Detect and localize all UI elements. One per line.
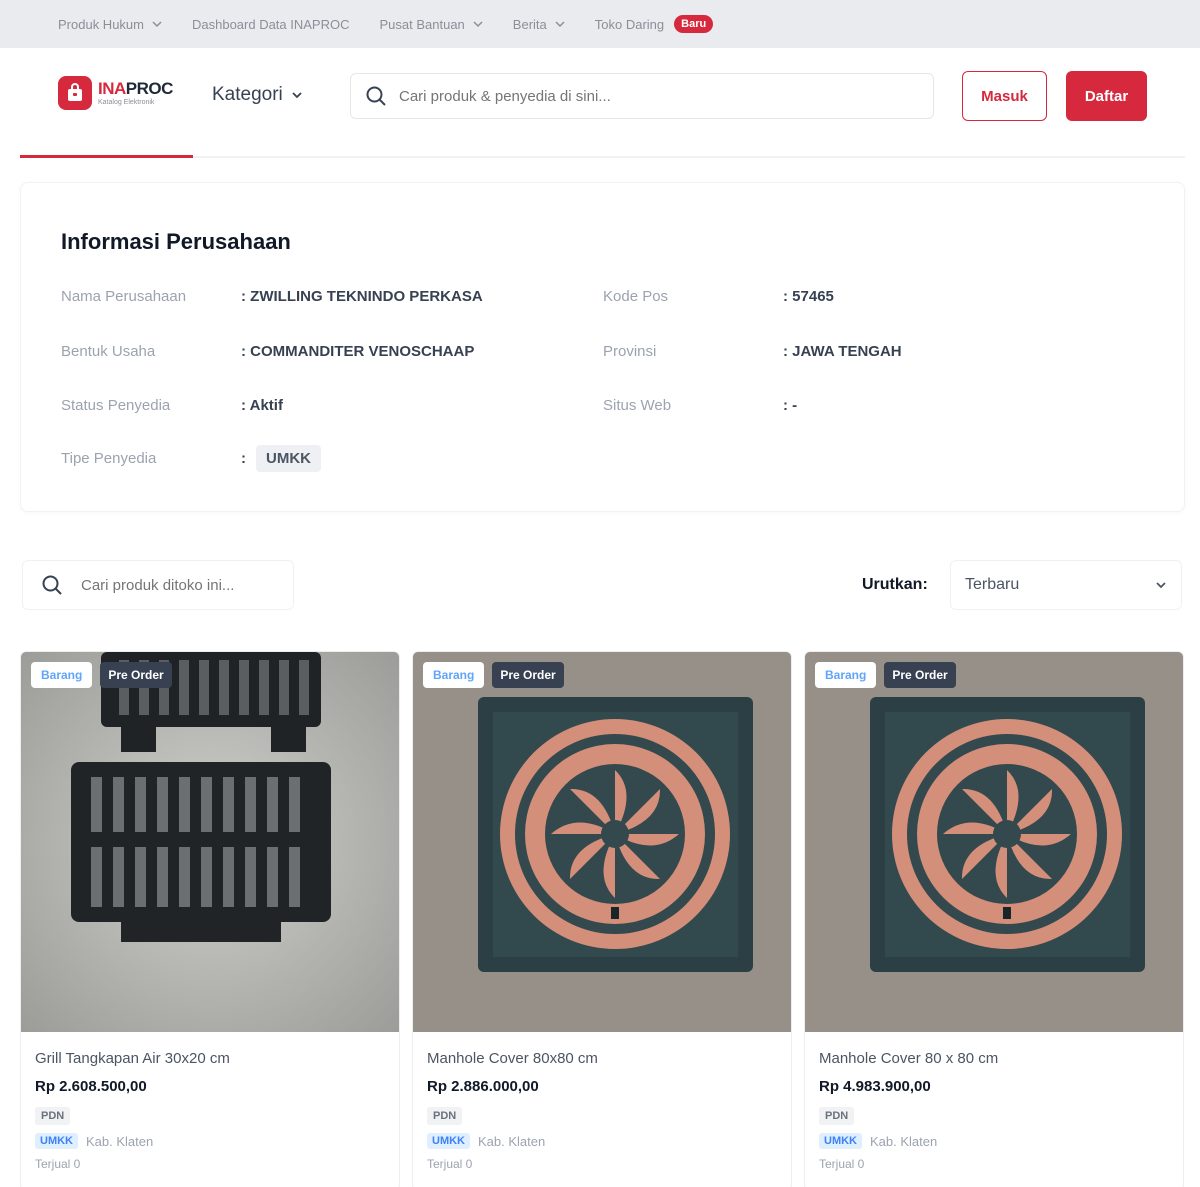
kategori-label: Kategori: [212, 84, 283, 105]
main-search-bar[interactable]: [350, 73, 934, 119]
shopping-bag-icon: [58, 76, 92, 110]
product-location: UMKK Kab. Klaten: [819, 1133, 937, 1149]
company-field-situs-web: Situs Web : -: [603, 397, 797, 414]
vendor-type-badge: UMKK: [35, 1133, 78, 1149]
vendor-type-badge: UMKK: [427, 1133, 470, 1149]
product-price: Rp 2.886.000,00: [427, 1078, 539, 1095]
field-label: Bentuk Usaha: [61, 343, 156, 360]
logo-subtitle: Katalog Elektronik: [98, 98, 155, 106]
product-price: Rp 2.608.500,00: [35, 1078, 147, 1095]
topbar-link-produk-hukum[interactable]: Produk Hukum: [58, 17, 162, 32]
field-value: : Aktif: [241, 397, 283, 414]
product-location: UMKK Kab. Klaten: [427, 1133, 545, 1149]
field-label: Situs Web: [603, 397, 672, 414]
field-value: : -: [783, 397, 798, 414]
field-label: Tipe Penyedia: [61, 450, 157, 467]
product-name: Grill Tangkapan Air 30x20 cm: [35, 1050, 230, 1067]
topbar-link-berita[interactable]: Berita: [513, 17, 565, 32]
header-divider: [20, 156, 1185, 158]
kategori-dropdown[interactable]: Kategori: [212, 84, 303, 106]
topbar-link-label: Berita: [512, 16, 547, 32]
register-button[interactable]: Daftar: [1066, 71, 1147, 121]
product-name: Manhole Cover 80x80 cm: [427, 1050, 598, 1067]
location-text: Kab. Klaten: [870, 1133, 938, 1149]
company-field-tipe: Tipe Penyedia : UMKK: [61, 445, 321, 472]
sort-select[interactable]: Terbaru: [950, 560, 1182, 610]
login-button[interactable]: Masuk: [962, 71, 1047, 121]
pdn-badge: PDN: [819, 1107, 855, 1125]
field-value: : JAWA TENGAH: [783, 343, 902, 360]
topbar-link-dashboard[interactable]: Dashboard Data INAPROC: [192, 17, 350, 32]
topbar-link-label: Pusat Bantuan: [379, 16, 465, 32]
product-type-tag: Barang: [815, 662, 877, 688]
company-info-title: Informasi Perusahaan: [61, 229, 291, 254]
location-text: Kab. Klaten: [478, 1133, 546, 1149]
store-search-input[interactable]: [81, 576, 281, 594]
new-badge: Baru: [674, 15, 714, 33]
topbar-link-label: Produk Hukum: [58, 16, 144, 32]
field-label: Nama Perusahaan: [61, 288, 187, 305]
topbar-link-toko-daring[interactable]: Toko Daring Baru: [594, 15, 714, 33]
topbar-link-pusat-bantuan[interactable]: Pusat Bantuan: [380, 17, 483, 32]
active-tab-indicator: [20, 155, 193, 158]
topbar-link-label: Toko Daring: [594, 16, 665, 32]
product-price: Rp 4.983.900,00: [819, 1078, 931, 1095]
umkk-tag: UMKK: [256, 445, 321, 472]
company-field-nama: Nama Perusahaan : ZWILLING TEKNINDO PERK…: [61, 288, 483, 305]
search-input[interactable]: [399, 87, 879, 105]
main-header: INAPROC Katalog Elektronik Kategori Masu…: [0, 48, 1200, 158]
field-label: Kode Pos: [603, 288, 669, 305]
product-card[interactable]: Barang Pre Order Grill Tangkapan Air 30x…: [20, 651, 400, 1187]
search-icon: [366, 86, 386, 106]
product-type-tag: Barang: [423, 662, 485, 688]
top-utility-bar: Produk Hukum Dashboard Data INAPROC Pusa…: [0, 0, 1200, 48]
field-value: :: [241, 450, 246, 467]
chevron-down-icon: [473, 21, 483, 28]
sort-value: Terbaru: [965, 576, 1020, 593]
field-value: : 57465: [783, 288, 834, 305]
pdn-badge: PDN: [35, 1107, 71, 1125]
search-icon: [42, 575, 62, 595]
product-card[interactable]: Barang Pre Order Manhole Cover 80 x 80 c…: [804, 651, 1184, 1187]
sold-count: Terjual 0: [819, 1157, 865, 1171]
company-info-card: Informasi Perusahaan Nama Perusahaan : Z…: [20, 182, 1185, 512]
company-field-provinsi: Provinsi : JAWA TENGAH: [603, 343, 902, 360]
chevron-down-icon: [555, 21, 565, 28]
pre-order-tag: Pre Order: [492, 662, 564, 688]
product-location: UMKK Kab. Klaten: [35, 1133, 153, 1149]
vendor-type-badge: UMKK: [819, 1133, 862, 1149]
company-field-status: Status Penyedia : Aktif: [61, 397, 283, 414]
company-field-bentuk-usaha: Bentuk Usaha : COMMANDITER VENOSCHAAP: [61, 343, 474, 360]
field-label: Status Penyedia: [61, 397, 171, 414]
product-type-tag: Barang: [31, 662, 93, 688]
product-name: Manhole Cover 80 x 80 cm: [819, 1050, 999, 1067]
chevron-down-icon: [1156, 582, 1166, 589]
product-image-manhole-cover: [805, 652, 1183, 1032]
chevron-down-icon: [152, 21, 162, 28]
field-label: Provinsi: [603, 343, 657, 360]
sold-count: Terjual 0: [35, 1157, 81, 1171]
location-text: Kab. Klaten: [86, 1133, 154, 1149]
pdn-badge: PDN: [427, 1107, 463, 1125]
sold-count: Terjual 0: [427, 1157, 473, 1171]
product-image-manhole-cover: [413, 652, 791, 1032]
product-card[interactable]: Barang Pre Order Manhole Cover 80x80 cm …: [412, 651, 792, 1187]
pre-order-tag: Pre Order: [884, 662, 956, 688]
chevron-down-icon: [292, 92, 302, 99]
field-value: : COMMANDITER VENOSCHAAP: [241, 343, 475, 360]
sort-label: Urutkan:: [862, 576, 928, 593]
field-value: : ZWILLING TEKNINDO PERKASA: [241, 288, 483, 305]
company-field-kode-pos: Kode Pos : 57465: [603, 288, 834, 305]
logo-text-proc: PROC: [125, 78, 174, 98]
product-image-drain-grate: [21, 652, 399, 1032]
logo-text-ina: INA: [98, 78, 126, 98]
pre-order-tag: Pre Order: [100, 662, 172, 688]
store-search-bar[interactable]: [22, 560, 294, 610]
topbar-link-label: Dashboard Data INAPROC: [191, 16, 350, 32]
inaproc-logo[interactable]: INAPROC Katalog Elektronik: [58, 76, 173, 110]
